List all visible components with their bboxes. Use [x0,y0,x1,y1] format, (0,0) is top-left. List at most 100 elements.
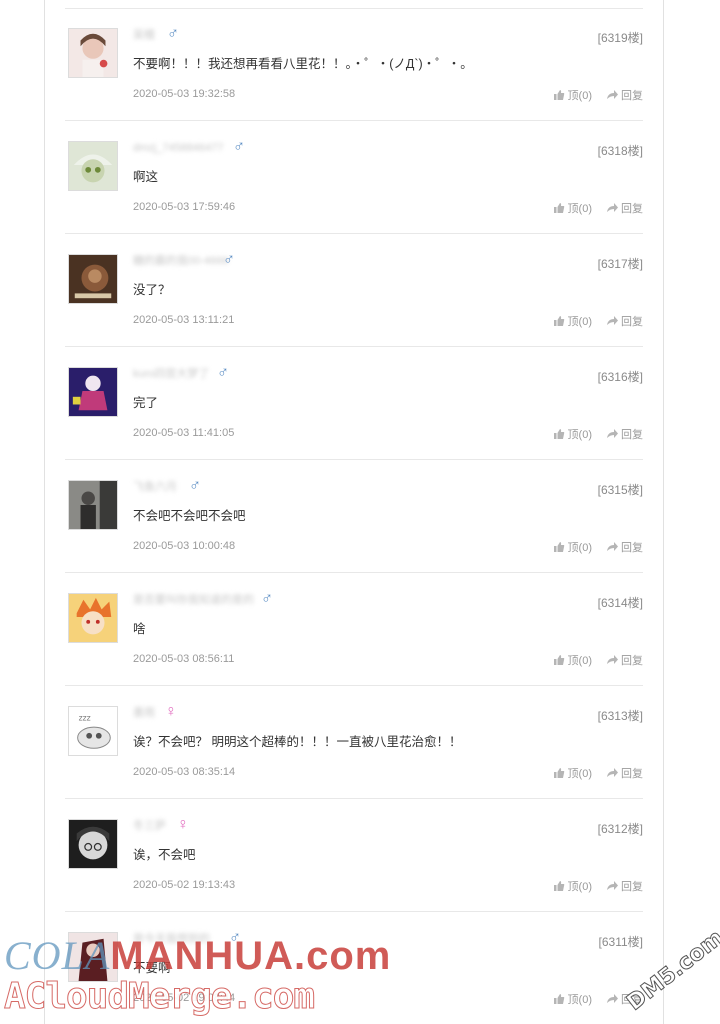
comment-item: 冬三萨 ♀ [6312楼] 诶，不会吧 2020-05-02 19:13:43 … [65,799,643,912]
floor-number: [6316楼] [597,370,643,384]
male-icon: ♂ [233,138,245,155]
like-count: 顶(0) [567,90,592,102]
comment-actions: 顶(0) 回复 [553,878,643,894]
comment-item: kuro四宫大梦了 ♂ [6316楼] 完了 2020-05-03 11:41:… [65,347,643,460]
avatar[interactable]: zzz [68,706,118,756]
comment-item: 飞鱼六月 ♂ [6315楼] 不会吧不会吧不会吧 2020-05-03 10:0… [65,460,643,573]
reply-arrow-icon [607,542,618,551]
female-icon: ♀ [177,816,189,833]
comment-item: 吴檀 ♂ [6319楼] 不要啊！！！我还想再看看八里花！！。・゜・(ノД`)・… [65,8,643,121]
reply-button[interactable]: 回复 [606,87,643,103]
avatar[interactable] [68,480,118,530]
comment-text: 完了 [133,396,159,410]
avatar[interactable] [68,254,118,304]
male-icon: ♂ [261,590,273,607]
like-count: 顶(0) [567,429,592,441]
watermark-part2: MANHUA.com [110,934,392,978]
comment-time: 2020-05-03 17:59:46 [133,201,236,213]
avatar[interactable] [68,819,118,869]
svg-text:zzz: zzz [79,713,91,722]
thumbs-up-icon [553,881,564,891]
username[interactable]: 吴檀 [133,28,155,42]
comment-actions: 顶(0) 回复 [553,313,643,329]
like-button[interactable]: 顶(0) [553,539,592,555]
watermark-part1: COLA [4,933,111,978]
like-button[interactable]: 顶(0) [553,426,592,442]
floor-number: [6314楼] [597,596,643,610]
comment-item: 糖的霸的我00-4666 ♂ [6317楼] 没了？ 2020-05-03 13… [65,234,643,347]
avatar[interactable] [68,367,118,417]
comment-time: 2020-05-03 10:00:48 [133,540,236,552]
username[interactable]: dmzj_7458846477 [133,141,224,155]
reply-arrow-icon [607,881,618,890]
comment-item: zzz 墨雨 ♀ [6313楼] 诶？不会吧？ 明明这个超棒的！！！一直被八里花… [65,686,643,799]
floor-number: [6315楼] [597,483,643,497]
reply-arrow-icon [607,994,618,1003]
comment-text: 诶？不会吧？ 明明这个超棒的！！！一直被八里花治愈！！ [133,735,462,749]
reply-button[interactable]: 回复 [606,652,643,668]
reply-arrow-icon [607,429,618,438]
reply-arrow-icon [607,203,618,212]
like-button[interactable]: 顶(0) [553,87,592,103]
reply-button[interactable]: 回复 [606,539,643,555]
reply-button[interactable]: 回复 [606,765,643,781]
watermark-acloudmerge: ACloudMerge.com [3,976,315,1018]
reply-button[interactable]: 回复 [606,313,643,329]
avatar[interactable] [68,593,118,643]
comment-text: 不会吧不会吧不会吧 [133,509,246,523]
like-button[interactable]: 顶(0) [553,652,592,668]
floor-number: [6318楼] [597,144,643,158]
reply-label: 回复 [621,90,643,102]
thumbs-up-icon [553,768,564,778]
comment-actions: 顶(0) 回复 [553,539,643,555]
username[interactable]: kuro四宫大梦了 [133,367,209,381]
comment-time: 2020-05-03 19:32:58 [133,88,236,100]
comment-item: dmzj_7458846477 ♂ [6318楼] 啊这 2020-05-03 … [65,121,643,234]
like-count: 顶(0) [567,203,592,215]
username[interactable]: 飞鱼六月 [133,480,177,494]
male-icon: ♂ [167,25,179,42]
comment-text: 没了？ [133,283,171,297]
reply-arrow-icon [607,655,618,664]
like-button[interactable]: 顶(0) [553,313,592,329]
reply-button[interactable]: 回复 [606,878,643,894]
male-icon: ♂ [217,364,229,381]
floor-number: [6319楼] [597,31,643,45]
thumbs-up-icon [553,203,564,213]
like-count: 顶(0) [567,881,592,893]
avatar[interactable] [68,141,118,191]
comment-actions: 顶(0) 回复 [553,765,643,781]
female-icon: ♀ [165,703,177,720]
reply-button[interactable]: 回复 [606,200,643,216]
username[interactable]: 是否要叫你我知道的是的 [133,593,254,607]
reply-label: 回复 [621,655,643,667]
comment-actions: 顶(0) 回复 [553,426,643,442]
like-button[interactable]: 顶(0) [553,765,592,781]
reply-label: 回复 [621,316,643,328]
comment-actions: 顶(0) 回复 [553,87,643,103]
reply-label: 回复 [621,542,643,554]
reply-arrow-icon [607,768,618,777]
comment-time: 2020-05-03 08:56:11 [133,653,235,665]
reply-label: 回复 [621,203,643,215]
comment-time: 2020-05-03 13:11:21 [133,314,235,326]
floor-number: [6313楼] [597,709,643,723]
username[interactable]: 墨雨 [133,706,155,720]
comment-time: 2020-05-02 19:13:43 [133,879,236,891]
comment-actions: 顶(0) 回复 [553,652,643,668]
username[interactable]: 糖的霸的我00-4666 [133,254,228,268]
like-button[interactable]: 顶(0) [553,991,592,1007]
like-button[interactable]: 顶(0) [553,878,592,894]
floor-number: [6311楼] [598,935,643,949]
male-icon: ♂ [223,251,235,268]
watermark-colamanhua: COLAMANHUA.com [4,932,391,979]
like-button[interactable]: 顶(0) [553,200,592,216]
like-count: 顶(0) [567,316,592,328]
comment-time: 2020-05-03 11:41:05 [133,427,235,439]
comment-actions: 顶(0) 回复 [553,200,643,216]
avatar[interactable] [68,28,118,78]
thumbs-up-icon [553,429,564,439]
username[interactable]: 冬三萨 [133,819,166,833]
like-count: 顶(0) [567,768,592,780]
reply-button[interactable]: 回复 [606,426,643,442]
